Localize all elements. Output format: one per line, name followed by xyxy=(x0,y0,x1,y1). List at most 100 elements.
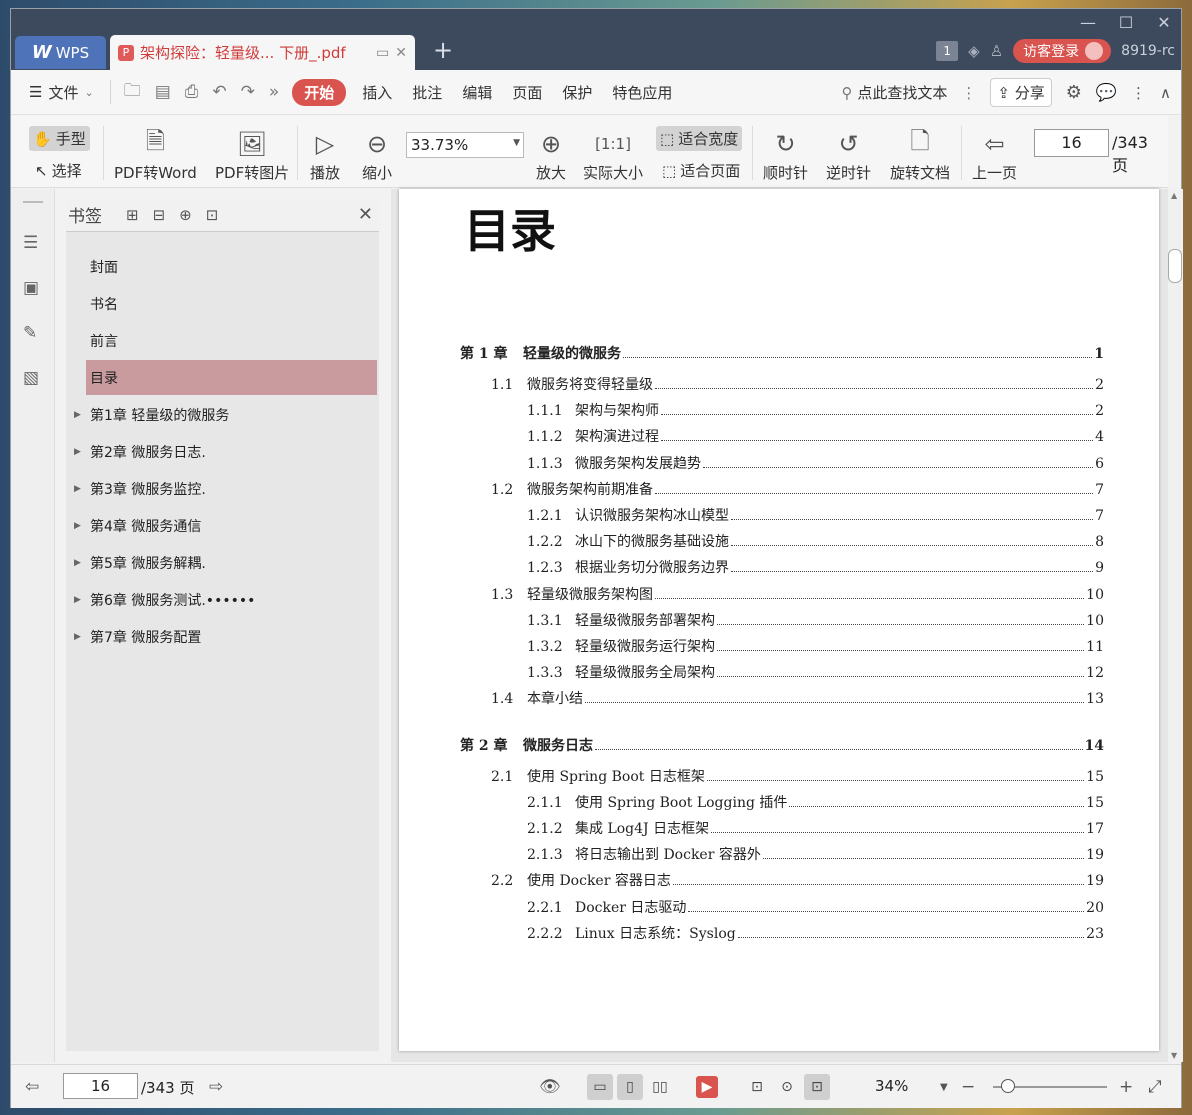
toc-entry[interactable]: 2.1 使用 Spring Boot 日志框架 15 xyxy=(399,766,1159,786)
select-tool-button[interactable]: ↖ 选择 xyxy=(31,158,86,183)
eye-protection-icon[interactable]: 👁 xyxy=(539,1077,561,1097)
vertical-scrollbar[interactable]: ▲ ▼ xyxy=(1168,189,1183,1062)
bookmark-item[interactable]: ▶ 第3章 微服务监控. xyxy=(74,471,377,506)
expand-triangle-icon[interactable]: ▶ xyxy=(74,632,81,642)
print-icon[interactable]: ⎙ xyxy=(178,82,206,102)
expand-triangle-icon[interactable]: ▶ xyxy=(74,484,81,494)
menu-edit[interactable]: 编辑 xyxy=(452,82,502,103)
skin-icon[interactable]: ◈ xyxy=(968,42,980,60)
toc-entry[interactable]: 1.1.1 架构与架构师 2 xyxy=(399,400,1159,420)
tab-document[interactable]: P 架构探险：轻量级... 下册_.pdf ▭ ✕ xyxy=(110,35,415,70)
toc-entry[interactable]: 1.3.3 轻量级微服务全局架构 12 xyxy=(399,662,1159,682)
pin-window-icon[interactable]: ▭ xyxy=(376,45,389,61)
thumbnail-icon[interactable]: ▣ xyxy=(23,278,43,298)
hand-tool-button[interactable]: ✋ 手型 xyxy=(29,126,90,151)
zoom-out-button[interactable]: ⊖ 缩小 xyxy=(362,126,392,183)
minimize-icon[interactable]: — xyxy=(1079,13,1097,32)
expand-triangle-icon[interactable]: ▶ xyxy=(74,521,81,531)
actual-size-button[interactable]: [1:1] 实际大小 xyxy=(583,126,643,183)
toc-entry[interactable]: 2.1.1 使用 Spring Boot Logging 插件 15 xyxy=(399,792,1159,812)
zoom-in-status-icon[interactable]: + xyxy=(1119,1077,1133,1097)
bookmark-item[interactable]: ▶ 第2章 微服务日志. xyxy=(74,434,377,469)
open-folder-icon[interactable]: 🗀 xyxy=(117,78,148,107)
bookmark-item[interactable]: ▶ 第7章 微服务配置 xyxy=(74,619,377,654)
expand-triangle-icon[interactable]: ▶ xyxy=(74,595,81,605)
toc-entry[interactable]: 1.2.3 根据业务切分微服务边界 9 xyxy=(399,557,1159,577)
comment-icon[interactable]: 💬 xyxy=(1096,83,1117,103)
drag-handle[interactable] xyxy=(23,201,43,203)
zoom-level[interactable]: 34% xyxy=(875,1077,908,1095)
scrollbar-thumb[interactable] xyxy=(1168,249,1182,283)
expand-triangle-icon[interactable]: ▶ xyxy=(74,410,81,420)
save-icon[interactable]: ▤ xyxy=(148,82,178,102)
toc-entry[interactable]: 1.2.1 认识微服务架构冰山模型 7 xyxy=(399,505,1159,525)
collapse-ribbon-icon[interactable]: ∧ xyxy=(1160,84,1171,102)
toc-entry[interactable]: 1.1.2 架构演进过程 4 xyxy=(399,426,1159,446)
close-panel-icon[interactable]: ✕ xyxy=(358,204,373,225)
previous-page-button[interactable]: ⇦ 上一页 xyxy=(972,126,1017,183)
menu-protect[interactable]: 保护 xyxy=(552,82,602,103)
bookmark-icon[interactable]: ⊡ xyxy=(206,206,219,224)
search-text-button[interactable]: ⚲ 点此查找文本 xyxy=(842,82,948,103)
fit-page-button[interactable]: ⬚ 适合页面 xyxy=(658,158,744,183)
expand-triangle-icon[interactable]: ▶ xyxy=(74,447,81,457)
toc-entry[interactable]: 1.3.2 轻量级微服务运行架构 11 xyxy=(399,636,1159,656)
file-menu[interactable]: ☰ 文件 ⌄ xyxy=(11,82,104,103)
status-page-input[interactable]: 16 xyxy=(63,1073,138,1099)
redo-icon[interactable]: ↷ xyxy=(234,82,262,102)
bookmark-item[interactable]: ▶ 第5章 微服务解耦. xyxy=(74,545,377,580)
new-tab-icon[interactable]: + xyxy=(433,36,453,64)
toc-entry[interactable]: 2.2 使用 Docker 容器日志 19 xyxy=(399,870,1159,890)
next-page-icon[interactable]: ⇨ xyxy=(209,1077,223,1097)
toc-entry[interactable]: 1.3 轻量级微服务架构图 10 xyxy=(399,584,1159,604)
zoom-select[interactable]: 33.73% ▼ xyxy=(406,132,524,158)
toc-entry[interactable]: 第 1 章轻量级的微服务 1 xyxy=(399,343,1159,363)
two-page-icon[interactable]: ▯▯ xyxy=(647,1074,673,1100)
expand-all-icon[interactable]: ⊞ xyxy=(126,206,139,224)
fit-page-status-icon[interactable]: ⊙ xyxy=(774,1074,800,1100)
rotate-counterclockwise-button[interactable]: ↺ 逆时针 xyxy=(826,126,871,183)
shirt-icon[interactable]: ♙ xyxy=(990,42,1003,60)
more-options-icon[interactable]: ⋮ xyxy=(1131,84,1146,102)
bookmark-item[interactable]: ▶ 第1章 轻量级的微服务 xyxy=(74,397,377,432)
more-chevron-icon[interactable]: » xyxy=(262,82,286,102)
close-tab-icon[interactable]: ✕ xyxy=(395,45,407,61)
window-count-badge[interactable]: 1 xyxy=(936,41,959,61)
toc-entry[interactable]: 1.3.1 轻量级微服务部署架构 10 xyxy=(399,610,1159,630)
menu-start[interactable]: 开始 xyxy=(292,78,347,106)
add-bookmark-icon[interactable]: ⊕ xyxy=(179,206,192,224)
scroll-down-icon[interactable]: ▼ xyxy=(1171,1051,1177,1060)
zoom-out-status-icon[interactable]: − xyxy=(961,1077,975,1097)
fit-width-button[interactable]: ⬚ 适合宽度 xyxy=(656,126,743,151)
zoom-dropdown-icon[interactable]: ▼ xyxy=(940,1082,948,1093)
tab-wps[interactable]: W WPS xyxy=(15,36,106,69)
toc-entry[interactable]: 1.1.3 微服务架构发展趋势 6 xyxy=(399,453,1159,473)
maximize-icon[interactable]: ☐ xyxy=(1117,13,1135,32)
toc-entry[interactable]: 2.2.1 Docker 日志驱动 20 xyxy=(399,897,1159,917)
continuous-view-icon[interactable]: ▭ xyxy=(587,1074,613,1100)
bookmark-item[interactable]: ▶ 第4章 微服务通信 xyxy=(74,508,377,543)
more-vertical-icon[interactable]: ⋮ xyxy=(961,84,976,102)
bookmark-item[interactable]: 书名 xyxy=(86,286,377,321)
zoom-in-button[interactable]: ⊕ 放大 xyxy=(536,126,566,183)
login-button[interactable]: 访客登录 xyxy=(1013,39,1112,63)
scroll-up-icon[interactable]: ▲ xyxy=(1171,191,1177,200)
play-button[interactable]: ▷ 播放 xyxy=(310,126,340,183)
toc-entry[interactable]: 2.1.3 将日志输出到 Docker 容器外 19 xyxy=(399,844,1159,864)
bookmark-item[interactable]: 封面 xyxy=(86,249,377,284)
menu-features[interactable]: 特色应用 xyxy=(602,82,682,103)
bookmark-item[interactable]: 前言 xyxy=(86,323,377,358)
pdf-to-word-button[interactable]: 🗎 PDF转Word xyxy=(114,126,197,183)
menu-page[interactable]: 页面 xyxy=(502,82,552,103)
actual-size-status-icon[interactable]: ⊡ xyxy=(744,1074,770,1100)
page-number-input[interactable]: 16 xyxy=(1034,129,1109,157)
toc-entry[interactable]: 第 2 章微服务日志 14 xyxy=(399,735,1159,755)
outline-icon[interactable]: ☰ xyxy=(23,233,43,253)
fullscreen-icon[interactable]: ⤢ xyxy=(1148,1077,1162,1097)
toc-entry[interactable]: 1.1 微服务将变得轻量级 2 xyxy=(399,374,1159,394)
bookmark-item[interactable]: 目录 xyxy=(86,360,377,395)
pdf-to-image-button[interactable]: 🖼 PDF转图片 xyxy=(215,126,289,183)
fit-width-status-icon[interactable]: ⊡ xyxy=(804,1074,830,1100)
document-view[interactable]: 目录 第 1 章轻量级的微服务 1 1.1 微服务将变得轻量级 2 1.1.1 架构与架构师… xyxy=(391,189,1168,1062)
share-button[interactable]: ⇪ 分享 xyxy=(990,78,1052,107)
